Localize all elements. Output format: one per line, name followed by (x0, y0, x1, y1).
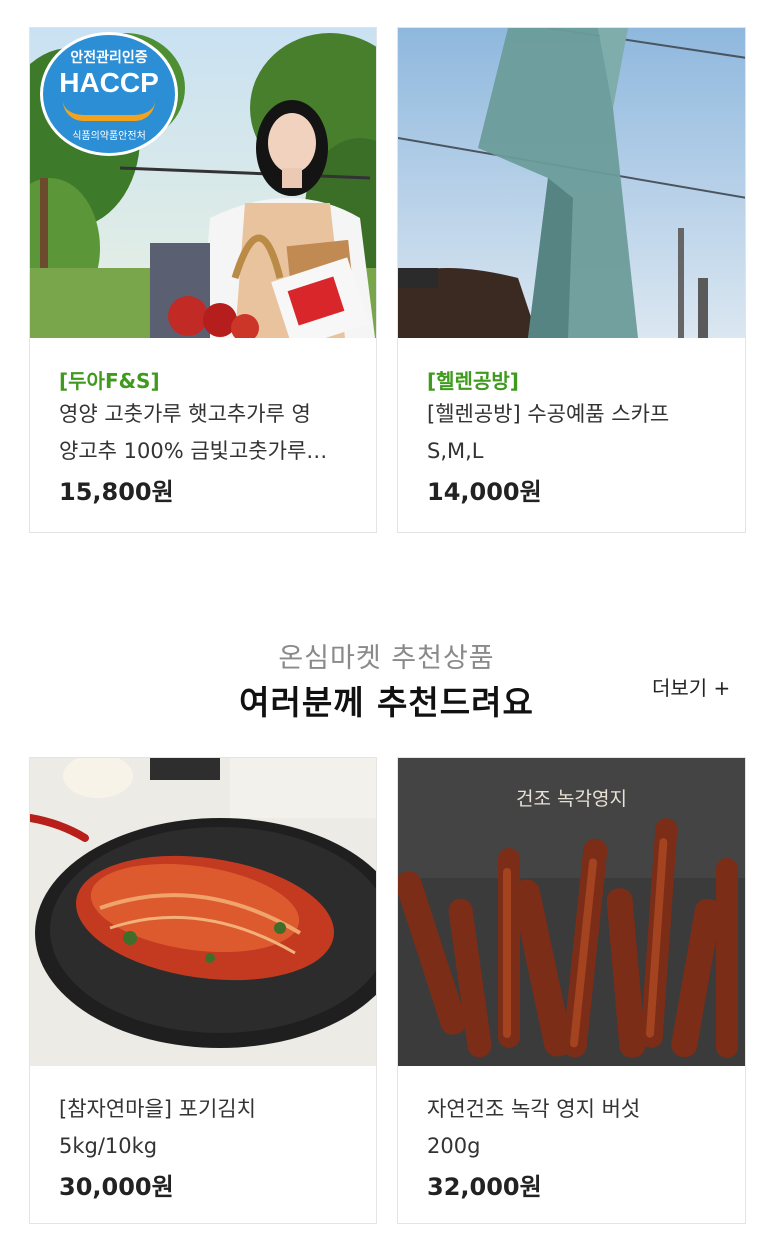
product-image[interactable] (398, 28, 745, 338)
product-card[interactable]: [참자연마을] 포기김치 5kg/10kg 30,000원 (29, 757, 377, 1224)
product-image[interactable] (30, 758, 376, 1066)
product-card[interactable]: 건조 녹각영지 자연건조 녹각 영지 버섯 200g 32,000원 (397, 757, 746, 1224)
scarf-photo (398, 28, 745, 338)
product-price: 15,800원 (59, 478, 174, 506)
product-price: 30,000원 (59, 1173, 174, 1201)
product-name-line2[interactable]: 양고추 100% 금빛고춧가루… (59, 433, 364, 470)
section-subtitle: 온심마켓 추천상품 (278, 643, 495, 674)
product-image[interactable]: 안전관리인증 HACCP 식품의약품안전처 (30, 28, 376, 338)
haccp-badge-top: 안전관리인증 (70, 50, 148, 66)
haccp-badge-main: HACCP (59, 67, 159, 98)
product-price: 14,000원 (427, 478, 542, 506)
haccp-swoosh (63, 101, 155, 121)
haccp-badge: 안전관리인증 HACCP 식품의약품안전처 (40, 32, 178, 156)
product-price: 32,000원 (427, 1173, 542, 1201)
product-name-line1[interactable]: 자연건조 녹각 영지 버섯 (427, 1091, 733, 1128)
kimchi-photo (30, 758, 376, 1066)
more-link[interactable]: 더보기 + (652, 672, 730, 701)
product-shop-name: [두아F&S] (59, 369, 160, 393)
product-card[interactable]: [헬렌공방] [헬렌공방] 수공예품 스카프 S,M,L 14,000원 (397, 27, 746, 533)
product-name-line2[interactable]: S,M,L (427, 433, 733, 470)
product-name-line2[interactable]: 200g (427, 1128, 733, 1165)
product-name-line1[interactable]: [헬렌공방] 수공예품 스카프 (427, 396, 733, 433)
product-image[interactable]: 건조 녹각영지 (398, 758, 745, 1066)
image-caption: 건조 녹각영지 (516, 788, 627, 810)
haccp-badge-bottom: 식품의약품안전처 (72, 131, 146, 142)
product-shop-name: [헬렌공방] (427, 369, 519, 393)
product-name-line1[interactable]: 영양 고춧가루 햇고추가루 영 (59, 396, 364, 433)
product-name-line1[interactable]: [참자연마을] 포기김치 (59, 1091, 364, 1128)
product-name-line2[interactable]: 5kg/10kg (59, 1128, 364, 1165)
product-card[interactable]: 안전관리인증 HACCP 식품의약품안전처 [두아F&S] 영양 고춧가루 햇고… (29, 27, 377, 533)
